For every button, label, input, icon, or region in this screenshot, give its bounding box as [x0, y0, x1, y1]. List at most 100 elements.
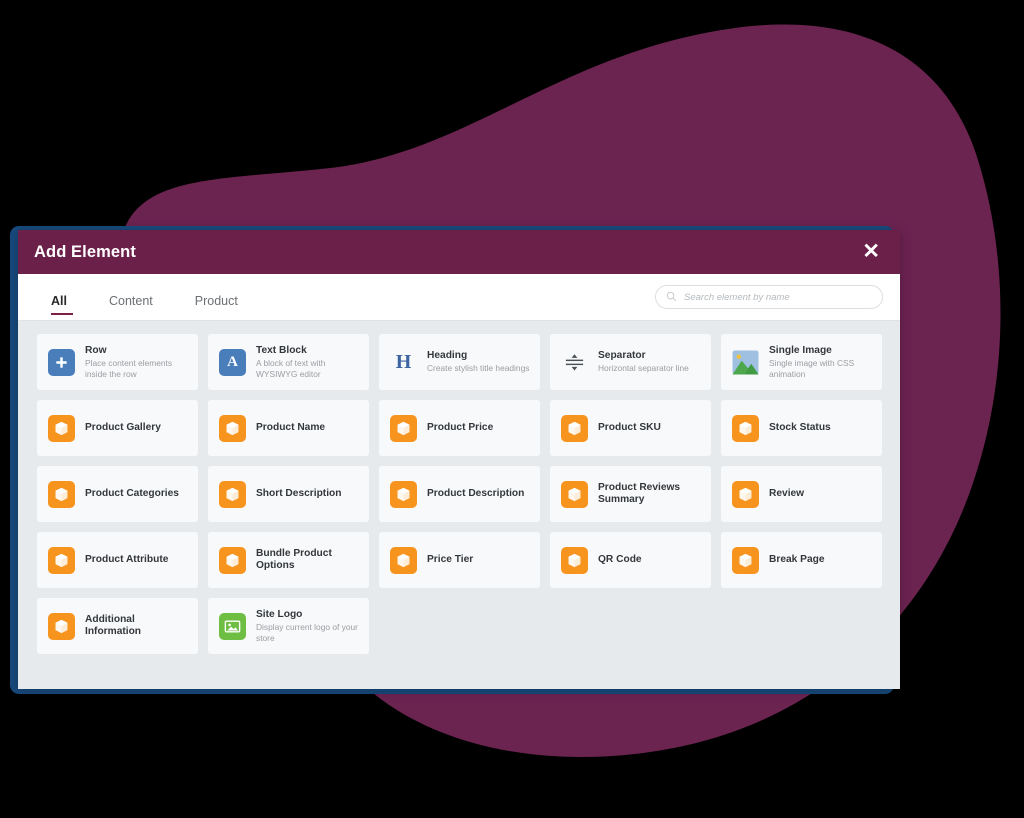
element-card-text: Price Tier [427, 554, 473, 566]
element-card-title: Product Gallery [85, 421, 161, 433]
element-card[interactable]: Product Categories [37, 466, 198, 522]
element-card-text: Product Attribute [85, 554, 168, 566]
element-card[interactable]: Break Page [721, 532, 882, 588]
element-card[interactable]: Product Reviews Summary [550, 466, 711, 522]
element-card[interactable]: Product Gallery [37, 400, 198, 456]
element-card-title: Product Reviews Summary [598, 481, 681, 505]
element-card-title: Separator [598, 350, 646, 361]
element-card-description: Single image with CSS animation [769, 358, 855, 379]
separator-icon [561, 349, 588, 376]
element-card-title: Review [769, 487, 805, 499]
element-card[interactable]: Review [721, 466, 882, 522]
box-icon [732, 414, 759, 442]
box-icon [390, 546, 417, 574]
letter-a-glyph: A [227, 353, 238, 370]
element-card[interactable]: Product Attribute [37, 532, 198, 588]
element-card-text: Site Logo Display current logo of your st… [256, 609, 360, 644]
element-card[interactable]: Short Description [208, 466, 369, 522]
box-icon [48, 414, 75, 442]
element-card[interactable]: Product Price [379, 400, 540, 456]
element-card-text: Product Price [427, 422, 493, 434]
box-icon [48, 546, 75, 574]
element-card[interactable]: QR Code [550, 532, 711, 588]
element-grid: Row Place content elements inside the row… [18, 321, 900, 672]
box-icon [561, 480, 588, 508]
element-card[interactable]: Site Logo Display current logo of your st… [208, 598, 369, 654]
plus-square-icon [48, 348, 75, 376]
element-card[interactable]: Product Name [208, 400, 369, 456]
element-card-title: Stock Status [769, 421, 831, 433]
box-icon [219, 414, 246, 442]
element-card-description: Horizontal separator line [598, 363, 689, 374]
element-card-description: Place content elements inside the row [85, 358, 173, 379]
element-card-title: Product Price [427, 421, 494, 433]
element-card-title: Product Name [256, 421, 326, 433]
element-card-title: Text Block [256, 344, 307, 356]
tab-list: All Content Product [51, 274, 280, 320]
element-card-text: Product Name [256, 422, 325, 434]
box-icon [390, 414, 417, 442]
element-card[interactable]: Row Place content elements inside the row [37, 334, 198, 390]
element-card-title: Break Page [769, 553, 825, 565]
element-card-text: Single Image Single image with CSS animat… [769, 345, 873, 380]
dialog-toolbar: All Content Product [18, 274, 900, 321]
element-card-text: Product Categories [85, 488, 179, 500]
element-card-title: Short Description [256, 487, 342, 499]
box-icon [732, 480, 759, 508]
element-card-text: Product Gallery [85, 422, 161, 434]
element-card[interactable]: Product SKU [550, 400, 711, 456]
letter-h-icon: H [390, 349, 417, 376]
element-card-description: A block of text with WYSIWYG editor [256, 358, 326, 379]
element-card-text: Separator Horizontal separator line [598, 350, 689, 374]
element-card[interactable]: Price Tier [379, 532, 540, 588]
box-icon [561, 546, 588, 574]
tab-all[interactable]: All [51, 294, 89, 321]
element-card-text: Product Reviews Summary [598, 482, 702, 507]
element-card-text: Short Description [256, 488, 341, 500]
element-card[interactable]: Stock Status [721, 400, 882, 456]
element-card-text: QR Code [598, 554, 642, 566]
letter-h-glyph: H [395, 351, 412, 373]
element-card-title: Product Description [427, 487, 525, 499]
box-icon [219, 546, 246, 574]
tab-content[interactable]: Content [109, 294, 175, 321]
element-card-title: Product Categories [85, 487, 179, 499]
element-card[interactable]: Additional Information [37, 598, 198, 654]
tab-product[interactable]: Product [195, 294, 260, 321]
box-icon [48, 480, 75, 508]
element-card[interactable]: Bundle Product Options [208, 532, 369, 588]
element-card-title: Additional Information [85, 613, 142, 637]
element-card-title: Product SKU [598, 421, 661, 433]
search-input[interactable] [655, 285, 883, 309]
element-card-title: QR Code [598, 553, 642, 565]
element-card-text: Review [769, 488, 804, 500]
image-icon [732, 349, 759, 376]
dialog-title-bar: Add Element ✕ [18, 230, 900, 274]
element-card-text: Text Block A block of text with WYSIWYG e… [256, 345, 360, 380]
element-card[interactable]: H Heading Create stylish title headings [379, 334, 540, 390]
element-card[interactable]: A Text Block A block of text with WYSIWYG … [208, 334, 369, 390]
element-card-title: Single Image [769, 344, 832, 356]
close-icon[interactable]: ✕ [860, 239, 882, 266]
box-icon [561, 414, 588, 442]
element-card-title: Site Logo [256, 608, 303, 620]
element-card[interactable]: Product Description [379, 466, 540, 522]
element-card[interactable]: Separator Horizontal separator line [550, 334, 711, 390]
element-card-description: Create stylish title headings [427, 363, 530, 374]
box-icon [390, 480, 417, 508]
element-card-text: Bundle Product Options [256, 548, 360, 573]
page-title: Add Element [34, 242, 136, 261]
element-card[interactable]: Single Image Single image with CSS animat… [721, 334, 882, 390]
box-icon [732, 546, 759, 574]
image-frame-icon [219, 612, 246, 640]
element-card-title: Row [85, 344, 107, 356]
element-card-description: Display current logo of your store [256, 622, 358, 643]
element-card-text: Additional Information [85, 614, 189, 639]
element-card-title: Price Tier [427, 553, 474, 565]
add-element-dialog: Add Element ✕ All Content Product Row Pla… [18, 230, 900, 689]
element-card-text: Heading Create stylish title headings [427, 350, 529, 374]
letter-a-icon: A [219, 348, 246, 376]
box-icon [219, 480, 246, 508]
box-icon [48, 612, 75, 640]
element-card-text: Product Description [427, 488, 524, 500]
